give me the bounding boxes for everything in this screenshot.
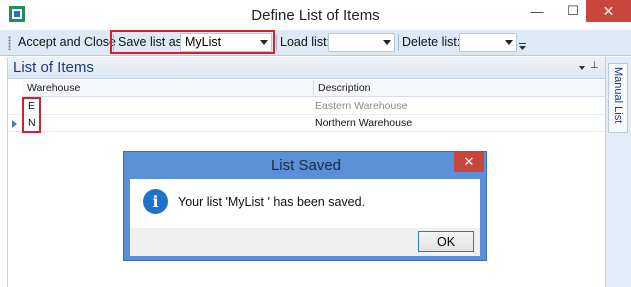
dialog-close-button[interactable]: ✕ [454, 152, 484, 172]
chevron-down-icon[interactable] [505, 40, 513, 45]
minimize-button[interactable]: — [522, 0, 552, 22]
toolbar-overflow-icon[interactable] [519, 43, 526, 50]
list-saved-dialog: List Saved ✕ i Your list 'MyList ' has b… [123, 151, 487, 261]
panel-menu-arrow-icon[interactable] [579, 66, 585, 70]
column-header-description[interactable]: Description [314, 80, 605, 97]
accept-and-close-button[interactable]: Accept and Close [18, 35, 116, 49]
info-icon: i [143, 189, 168, 214]
toolbar-grip[interactable] [8, 36, 11, 50]
current-row-arrow-icon [12, 120, 17, 128]
toolbar-separator [398, 34, 399, 51]
dialog-body: i Your list 'MyList ' has been saved. [130, 179, 480, 228]
ok-button[interactable]: OK [418, 231, 474, 252]
highlight-box [110, 30, 275, 54]
delete-list-combo[interactable] [459, 33, 517, 52]
pin-icon[interactable]: ⊥ [590, 60, 599, 71]
highlight-box [22, 97, 41, 133]
dialog-title: List Saved [270, 157, 342, 174]
maximize-button[interactable]: ☐ [558, 0, 588, 22]
tab-manual-list[interactable]: Manual List [608, 63, 628, 133]
dialog-message: Your list 'MyList ' has been saved. [178, 195, 366, 209]
close-window-button[interactable]: ✕ [586, 0, 631, 22]
load-list-label: Load list: [280, 35, 331, 49]
dialog-footer: OK [130, 228, 480, 256]
title-bar: Define List of Items — ☐ ✕ [0, 0, 631, 30]
description-cell[interactable]: Eastern Warehouse [315, 100, 407, 112]
tab-manual-list-label: Manual List [612, 67, 624, 124]
side-tab-strip: Manual List [605, 57, 631, 287]
panel-header: List of Items ⊥ [8, 57, 605, 79]
toolbar-separator [276, 34, 277, 51]
column-header-warehouse[interactable]: Warehouse [23, 80, 314, 97]
load-list-combo[interactable] [328, 33, 395, 52]
toolbar: Accept and Close Save list as: MyList Lo… [0, 30, 631, 56]
panel-title: List of Items [13, 59, 94, 76]
chevron-down-icon[interactable] [383, 40, 391, 45]
description-cell[interactable]: Northern Warehouse [315, 117, 412, 129]
delete-list-label: Delete list: [402, 35, 461, 49]
table-row[interactable]: N Northern Warehouse [8, 115, 605, 132]
table-row[interactable]: E Eastern Warehouse [8, 98, 605, 115]
